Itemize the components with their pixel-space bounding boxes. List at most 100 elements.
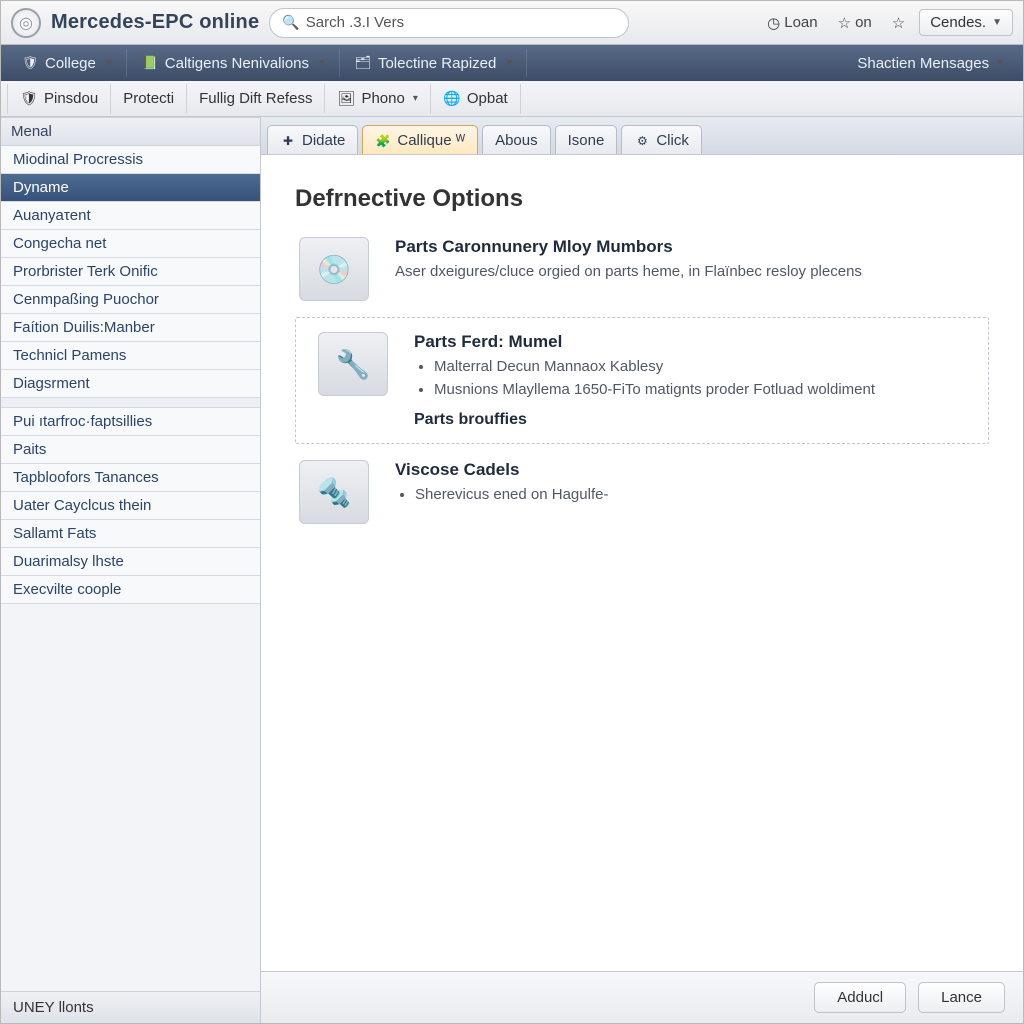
sidebar-item[interactable]: Faítion Duilis:Manber	[1, 314, 260, 342]
app-title: Mercedes-EPC online	[51, 11, 259, 34]
menu-caltigens[interactable]: 📗 Caltigens Nenivalions ▼	[129, 49, 340, 77]
tab-isone[interactable]: Isone	[555, 125, 618, 154]
tool-phono[interactable]: 🖼 Phono ▾	[325, 84, 430, 114]
option-card-2[interactable]: 🔧 Parts Ferd: Mumel Malterral Decun Mann…	[295, 317, 989, 444]
menubar-left: 🛡 College ▼ 📗 Caltigens Nenivalions ▼ 🗂 …	[9, 49, 527, 77]
search-icon: 🔍	[282, 14, 299, 31]
option-card-3: 🔩 Viscose Cadels Sherevicus ened on Hagu…	[295, 460, 989, 524]
sidebar-item[interactable]: Sallamt Fats	[1, 520, 260, 548]
card-icon: 💿	[295, 237, 373, 301]
college-icon: 🛡	[21, 54, 39, 72]
sidebar-footer: UNEY llonts	[1, 991, 260, 1023]
search-input[interactable]	[306, 14, 617, 31]
cendes-label: Cendes.	[930, 14, 986, 31]
tool-label: Fullig Dift Refess	[199, 90, 312, 107]
search-box[interactable]: 🔍	[269, 8, 629, 38]
card-bullets: Malterral Decun Mannaox Kablesy Musnions…	[414, 356, 970, 401]
sidebar-item[interactable]: Duarimalsy lhste	[1, 548, 260, 576]
card-title: Viscose Cadels	[395, 460, 989, 480]
tab-label: Callique ᵂ	[397, 132, 465, 149]
card-bullet: Sherevicus ened on Hagulfe-	[415, 484, 989, 507]
book-icon: 📗	[141, 54, 159, 72]
tab-label: Abous	[495, 132, 538, 149]
menu-messages[interactable]: Shactien Mensages ▼	[851, 50, 1011, 77]
lance-button[interactable]: Lance	[918, 982, 1005, 1013]
star-icon: ☆	[892, 14, 905, 32]
card-body: Viscose Cadels Sherevicus ened on Hagulf…	[395, 460, 989, 524]
menu-college[interactable]: 🛡 College ▼	[9, 49, 127, 77]
on-link[interactable]: ☆ on	[832, 11, 878, 35]
tab-label: Click	[656, 132, 689, 149]
card-body: Parts Ferd: Mumel Malterral Decun Mannao…	[414, 332, 970, 429]
star-icon: ☆	[838, 14, 851, 32]
card-title: Parts Ferd: Mumel	[414, 332, 970, 352]
sidebar-group-2: Pui ıtarfroc·faptsillies Paits Tapbloofo…	[1, 408, 260, 604]
menubar: 🛡 College ▼ 📗 Caltigens Nenivalions ▼ 🗂 …	[1, 45, 1023, 81]
card-bullet: Musnions Mlayllema 1650-FiTo matignts pr…	[434, 379, 970, 402]
menu-label: Tolectine Rapized	[378, 55, 496, 72]
card-bullet: Malterral Decun Mannaox Kablesy	[434, 356, 970, 379]
tab-click[interactable]: ⚙ Click	[621, 125, 702, 154]
chevron-down-icon: ▼	[317, 58, 327, 69]
sidebar-item[interactable]: Congecha net	[1, 230, 260, 258]
menu-tolectine[interactable]: 🗂 Tolectine Rapized ▼	[342, 49, 527, 77]
tab-strip: ✚ Didate 🧩 Callique ᵂ Abous Isone ⚙ Clic…	[261, 117, 1023, 155]
option-card-1: 💿 Parts Caronnunery Mloy Mumbors Aser dx…	[295, 237, 989, 301]
sidebar-item[interactable]: Auanyaτent	[1, 202, 260, 230]
chevron-down-icon: ▼	[104, 58, 114, 69]
tab-label: Didate	[302, 132, 345, 149]
tab-abous[interactable]: Abous	[482, 125, 551, 154]
sidebar-item[interactable]: Cenmpaßing Puochor	[1, 286, 260, 314]
clock-icon: ◷	[767, 14, 780, 32]
part-tool-icon: 🔧	[318, 332, 388, 396]
sidebar-header: Menal	[1, 117, 260, 146]
topbar-right: ◷ Loan ☆ on ☆ Cendes. ▼	[761, 9, 1013, 36]
sidebar-item[interactable]: Miodinal Procressis	[1, 146, 260, 174]
page-heading: Defrnective Options	[295, 185, 989, 213]
gear-icon: ⚙	[634, 133, 650, 149]
sidebar-item[interactable]: Technicl Pamens	[1, 342, 260, 370]
tab-didate[interactable]: ✚ Didate	[267, 125, 358, 154]
folder-icon: 🗂	[354, 54, 372, 72]
main: ✚ Didate 🧩 Callique ᵂ Abous Isone ⚙ Clic…	[261, 117, 1023, 1023]
tool-label: Opbat	[467, 90, 508, 107]
card-icon: 🔩	[295, 460, 373, 524]
topbar: ◎ Mercedes-EPC online 🔍 ◷ Loan ☆ on ☆ Ce…	[1, 1, 1023, 45]
sidebar-item[interactable]: Execvilte coople	[1, 576, 260, 604]
image-icon: 🖼	[337, 90, 355, 108]
tab-callique[interactable]: 🧩 Callique ᵂ	[362, 125, 478, 154]
sidebar-item[interactable]: Diagsrment	[1, 370, 260, 398]
adducl-button[interactable]: Adducl	[814, 982, 906, 1013]
loan-label: Loan	[784, 14, 817, 31]
shield-icon: 🛡	[20, 90, 38, 108]
tool-protecti[interactable]: Protecti	[111, 84, 187, 113]
tool-pinsdou[interactable]: 🛡 Pinsdou	[7, 84, 111, 114]
sidebar-item[interactable]: Dyname	[1, 174, 260, 202]
disk-icon: 💿	[299, 237, 369, 301]
plus-icon: ✚	[280, 133, 296, 149]
puzzle-icon: 🧩	[375, 133, 391, 149]
content-area: Defrnective Options 💿 Parts Caronnunery …	[261, 155, 1023, 971]
card-title: Parts Caronnunery Mloy Mumbors	[395, 237, 989, 257]
star2-link[interactable]: ☆	[886, 11, 911, 35]
sidebar-item[interactable]: Paits	[1, 436, 260, 464]
card-bullets: Sherevicus ened on Hagulfe-	[395, 484, 989, 507]
tool-opbat[interactable]: 🌐 Opbat	[431, 84, 521, 114]
card-body: Parts Caronnunery Mloy Mumbors Aser dxei…	[395, 237, 989, 301]
card-icon: 🔧	[314, 332, 392, 429]
sidebar-item[interactable]: Prorbrister Terk Onific	[1, 258, 260, 286]
knob-icon: 🔩	[299, 460, 369, 524]
sidebar-item[interactable]: Uater Cayclcus thein	[1, 492, 260, 520]
chevron-down-icon: ▼	[504, 58, 514, 69]
menu-label: College	[45, 55, 96, 72]
sidebar-divider	[1, 398, 260, 408]
tab-label: Isone	[568, 132, 605, 149]
cendes-dropdown[interactable]: Cendes. ▼	[919, 9, 1013, 36]
sidebar-item[interactable]: Pui ıtarfroc·faptsillies	[1, 408, 260, 436]
menu-messages-label: Shactien Mensages	[857, 55, 989, 72]
sidebar-item[interactable]: Tapbloofors Tanances	[1, 464, 260, 492]
tool-label: Pinsdou	[44, 90, 98, 107]
tool-fullig[interactable]: Fullig Dift Refess	[187, 84, 325, 113]
chevron-down-icon: ▾	[413, 93, 418, 104]
loan-link[interactable]: ◷ Loan	[761, 11, 823, 35]
